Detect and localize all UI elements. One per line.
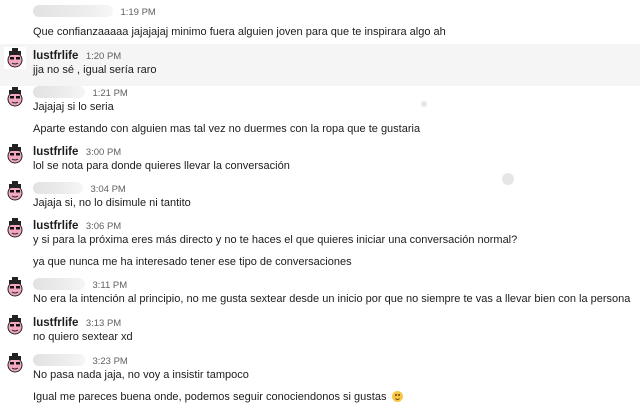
message-header: 3:04 PM <box>33 180 126 196</box>
redacted-username[interactable] <box>33 354 85 366</box>
message-text: ya que nunca me ha interesado tener ese … <box>33 256 352 268</box>
pink-cat-avatar-icon <box>4 352 26 374</box>
timestamp[interactable]: 3:00 PM <box>86 147 121 158</box>
message-header: lustfrlife 3:13 PM <box>33 314 121 330</box>
pink-cat-avatar-icon <box>4 276 26 298</box>
avatar[interactable] <box>4 352 26 374</box>
avatar[interactable] <box>4 47 26 69</box>
avatar[interactable] <box>4 314 26 336</box>
username[interactable]: lustfrlife <box>33 146 78 158</box>
timestamp[interactable]: 3:13 PM <box>86 318 121 329</box>
redacted-username[interactable] <box>33 278 85 290</box>
message-text: No pasa nada jaja, no voy a insistir tam… <box>33 369 249 381</box>
pink-cat-avatar-icon <box>4 143 26 165</box>
message-text: Aparte estando con alguien mas tal vez n… <box>33 123 421 135</box>
timestamp[interactable]: 3:11 PM <box>92 280 127 291</box>
timestamp[interactable]: 3:04 PM <box>90 184 125 195</box>
timestamp[interactable]: 1:19 PM <box>120 7 155 18</box>
smiling-face-emoji-icon <box>391 391 403 402</box>
message-text: no quiero sextear xd <box>33 331 133 343</box>
decorative-dot <box>502 173 514 185</box>
timestamp[interactable]: 1:20 PM <box>86 51 121 62</box>
username[interactable]: lustfrlife <box>33 50 78 62</box>
message-text: lol se nota para donde quieres llevar la… <box>33 160 290 172</box>
message-text-content: Igual me pareces buena onde, podemos seg… <box>33 391 387 403</box>
timestamp[interactable]: 1:21 PM <box>92 88 127 99</box>
username[interactable]: lustfrlife <box>33 220 78 232</box>
pink-cat-avatar-icon <box>4 314 26 336</box>
message-text: jja no sé , igual sería raro <box>33 64 157 76</box>
avatar[interactable] <box>4 217 26 239</box>
message-text: No era la intención al principio, no me … <box>33 293 631 305</box>
message-header: lustfrlife 1:20 PM <box>33 47 121 63</box>
pink-cat-avatar-icon <box>4 86 26 108</box>
username[interactable]: lustfrlife <box>33 317 78 329</box>
message-header: 1:21 PM <box>33 84 128 100</box>
redacted-username[interactable] <box>33 5 113 17</box>
avatar[interactable] <box>4 276 26 298</box>
timestamp[interactable]: 3:06 PM <box>86 221 121 232</box>
pink-cat-avatar-icon <box>4 217 26 239</box>
message-header: 3:11 PM <box>33 276 127 292</box>
avatar[interactable] <box>4 180 26 202</box>
redacted-username[interactable] <box>33 86 85 98</box>
redacted-username[interactable] <box>33 182 83 194</box>
message-text: y si para la próxima eres más directo y … <box>33 234 518 246</box>
timestamp[interactable]: 3:23 PM <box>92 356 127 367</box>
message-header: lustfrlife 3:00 PM <box>33 143 121 159</box>
message-text: Jajaja si, no lo disimule ni tantito <box>33 197 191 209</box>
avatar[interactable] <box>4 86 26 108</box>
message-text: Igual me pareces buena onde, podemos seg… <box>33 390 403 404</box>
decorative-dot <box>421 101 427 107</box>
message-header: 1:19 PM <box>33 3 156 19</box>
message-header: 3:23 PM <box>33 352 128 368</box>
message-text: Jajajaj si lo seria <box>33 101 114 113</box>
message-header: lustfrlife 3:06 PM <box>33 217 121 233</box>
pink-cat-avatar-icon <box>4 180 26 202</box>
avatar[interactable] <box>4 143 26 165</box>
pink-cat-avatar-icon <box>4 47 26 69</box>
message-text: Que confianzaaaaa jajajajaj minimo fuera… <box>33 26 446 38</box>
